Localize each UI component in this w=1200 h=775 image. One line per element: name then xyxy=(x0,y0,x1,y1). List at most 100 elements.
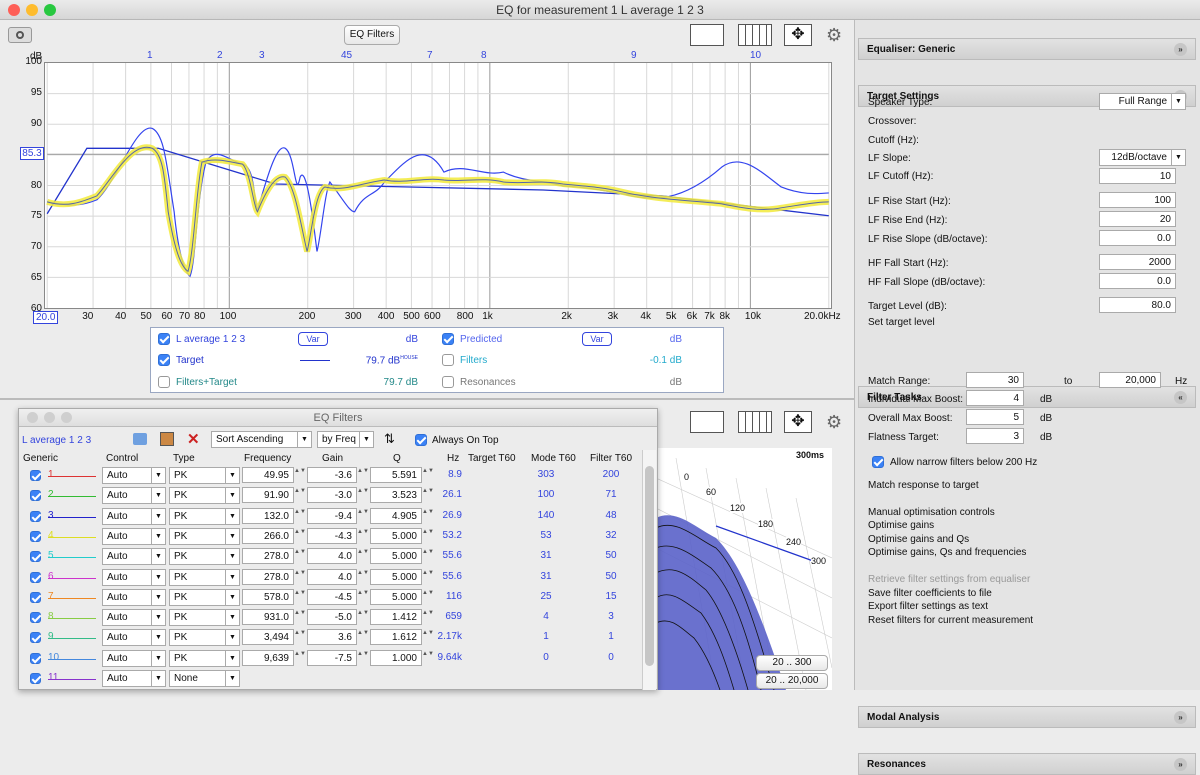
filter-enable-checkbox[interactable] xyxy=(30,632,41,644)
frequency-input[interactable]: 278.0 xyxy=(242,548,294,565)
gain-stepper[interactable]: ▲▼ xyxy=(357,650,369,666)
control-select[interactable]: Auto ▼ xyxy=(102,467,166,484)
gain-input[interactable]: -7.5 xyxy=(307,649,357,666)
type-select[interactable]: PK ▼ xyxy=(169,548,240,566)
export-button[interactable]: Export filter settings as text xyxy=(868,601,988,612)
gain-stepper[interactable]: ▲▼ xyxy=(357,467,369,483)
optimise-all-button[interactable]: Optimise gains, Qs and frequencies xyxy=(868,547,1026,558)
set-target-level-link[interactable]: Set target level xyxy=(868,317,935,328)
q-input[interactable]: 5.000 xyxy=(370,588,422,605)
filter-marker[interactable]: 7 xyxy=(427,50,433,61)
filter-enable-checkbox[interactable] xyxy=(30,551,41,563)
q-input[interactable]: 1.000 xyxy=(370,649,422,666)
control-select[interactable]: Auto ▼ xyxy=(102,670,166,687)
frequency-input[interactable]: 132.0 xyxy=(242,507,294,524)
control-select[interactable]: Auto ▼ xyxy=(102,527,166,545)
filter-marker[interactable]: 9 xyxy=(631,50,637,61)
legend-checkbox[interactable] xyxy=(158,333,170,345)
gain-input[interactable]: 3.6 xyxy=(307,629,357,646)
frequency-input[interactable]: 578.0 xyxy=(242,588,294,605)
match-range-to-input[interactable]: 20,000 xyxy=(1099,372,1161,388)
gain-stepper[interactable]: ▲▼ xyxy=(357,609,369,625)
frequency-input[interactable]: 91.90 xyxy=(242,487,294,504)
chevron-up-icon[interactable]: « xyxy=(1174,391,1187,404)
sort-select[interactable]: Sort Ascending ▼ xyxy=(211,431,312,448)
waterfall-plot[interactable] xyxy=(656,448,832,690)
gain-stepper[interactable]: ▲▼ xyxy=(357,569,369,585)
zoom-y-icon[interactable] xyxy=(690,24,724,46)
frequency-stepper[interactable]: ▲▼ xyxy=(294,589,306,605)
frequency-input[interactable]: 49.95 xyxy=(242,467,294,483)
type-select[interactable]: PK ▼ xyxy=(169,588,240,606)
q-input[interactable]: 1.612 xyxy=(370,629,422,646)
type-select[interactable]: PK ▼ xyxy=(169,467,240,484)
sort-direction-icon[interactable]: ⇅ xyxy=(384,431,395,447)
frequency-input[interactable]: 3,494 xyxy=(242,629,294,646)
filter-enable-checkbox[interactable] xyxy=(30,591,41,603)
filter-enable-checkbox[interactable] xyxy=(30,510,41,522)
filter-enable-checkbox[interactable] xyxy=(30,612,41,624)
modal-analysis-header[interactable]: Modal Analysis» xyxy=(858,706,1196,728)
always-on-top-checkbox[interactable] xyxy=(415,434,427,446)
frequency-input[interactable]: 931.0 xyxy=(242,609,294,626)
lf-slope-select[interactable]: 12dB/octave ▼ xyxy=(1099,149,1186,166)
gear-icon[interactable]: ⚙ xyxy=(826,25,846,45)
filter-marker[interactable]: 8 xyxy=(481,50,487,61)
hf-fall-slope-input[interactable]: 0.0 xyxy=(1099,273,1176,289)
zoom-y-icon[interactable] xyxy=(690,411,724,433)
overall-boost-input[interactable]: 5 xyxy=(966,409,1024,425)
filter-marker[interactable]: 10 xyxy=(750,50,761,61)
type-select[interactable]: PK ▼ xyxy=(169,527,240,545)
control-select[interactable]: Auto ▼ xyxy=(102,588,166,606)
type-select[interactable]: PK ▼ xyxy=(169,568,240,586)
legend-checkbox[interactable] xyxy=(442,376,454,388)
control-select[interactable]: Auto ▼ xyxy=(102,507,166,525)
control-select[interactable]: Auto ▼ xyxy=(102,487,166,505)
gain-input[interactable]: -3.0 xyxy=(307,487,357,504)
camera-icon[interactable] xyxy=(8,27,32,43)
x-tick-label[interactable]: 20.0 xyxy=(33,311,59,324)
gain-input[interactable]: 4.0 xyxy=(307,568,357,585)
filter-marker[interactable]: 3 xyxy=(259,50,265,61)
chevron-down-icon[interactable]: » xyxy=(1174,711,1187,724)
lf-rise-start-input[interactable]: 100 xyxy=(1099,192,1176,208)
filter-enable-checkbox[interactable] xyxy=(30,652,41,664)
filter-marker[interactable]: 2 xyxy=(217,50,223,61)
legend-checkbox[interactable] xyxy=(158,376,170,388)
frequency-stepper[interactable]: ▲▼ xyxy=(294,609,306,625)
fit-arrows-icon[interactable]: ✥ xyxy=(784,24,812,46)
retrieve-button[interactable]: Retrieve filter settings from equaliser xyxy=(868,574,1030,585)
frequency-stepper[interactable]: ▲▼ xyxy=(294,650,306,666)
gain-stepper[interactable]: ▲▼ xyxy=(357,548,369,564)
frequency-input[interactable]: 266.0 xyxy=(242,527,294,544)
q-input[interactable]: 4.905 xyxy=(370,507,422,524)
filter-marker[interactable]: 1 xyxy=(147,50,153,61)
type-select[interactable]: PK ▼ xyxy=(169,609,240,627)
type-select[interactable]: None ▼ xyxy=(169,670,240,687)
var-button[interactable]: Var xyxy=(582,332,612,346)
chevron-down-icon[interactable]: » xyxy=(1174,43,1187,56)
lf-rise-end-input[interactable]: 20 xyxy=(1099,211,1176,227)
frequency-stepper[interactable]: ▲▼ xyxy=(294,467,306,483)
zoom-x-icon[interactable] xyxy=(738,411,772,433)
frequency-response-plot[interactable] xyxy=(44,62,832,309)
type-select[interactable]: PK ▼ xyxy=(169,649,240,667)
save-coeffs-button[interactable]: Save filter coefficients to file xyxy=(868,588,992,599)
resonances-header[interactable]: Resonances» xyxy=(858,753,1196,775)
frequency-input[interactable]: 278.0 xyxy=(242,568,294,585)
gain-input[interactable]: 4.0 xyxy=(307,548,357,565)
gain-stepper[interactable]: ▲▼ xyxy=(357,487,369,503)
lf-cutoff-input[interactable]: 10 xyxy=(1099,168,1176,184)
control-select[interactable]: Auto ▼ xyxy=(102,548,166,566)
control-select[interactable]: Auto ▼ xyxy=(102,649,166,667)
frequency-stepper[interactable]: ▲▼ xyxy=(294,528,306,544)
q-input[interactable]: 1.412 xyxy=(370,609,422,626)
frequency-stepper[interactable]: ▲▼ xyxy=(294,487,306,503)
frequency-stepper[interactable]: ▲▼ xyxy=(294,569,306,585)
splitter[interactable] xyxy=(0,398,854,400)
filter-enable-checkbox[interactable] xyxy=(30,571,41,583)
manual-controls-label[interactable]: Manual optimisation controls xyxy=(868,507,995,518)
gain-stepper[interactable]: ▲▼ xyxy=(357,589,369,605)
legend-checkbox[interactable] xyxy=(442,333,454,345)
gain-input[interactable]: -4.5 xyxy=(307,588,357,605)
